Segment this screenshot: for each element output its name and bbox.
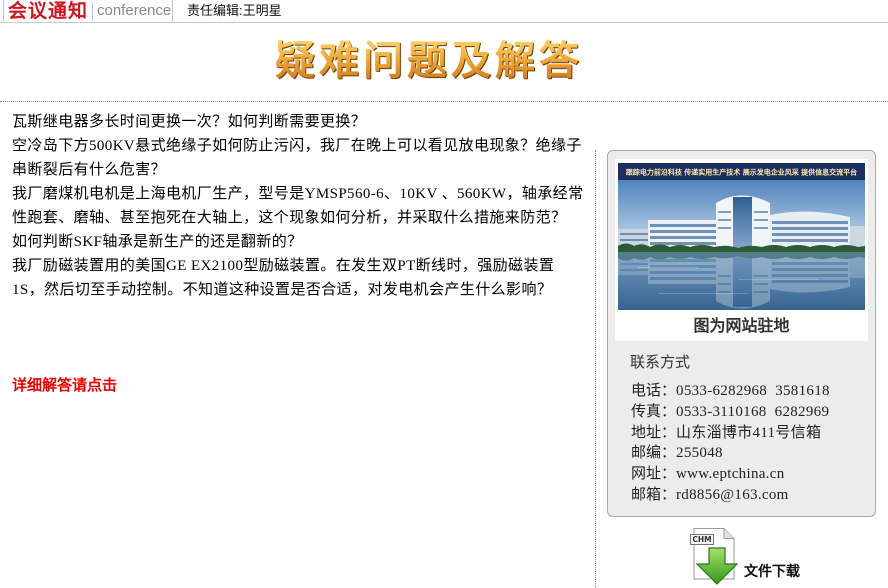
site-photo: 跟踪电力前沿科技 传递实用生产技术 展示发电企业风采 提供信息交流平台 <box>618 163 865 310</box>
contact-value: 255048 <box>676 445 723 462</box>
contact-email: 邮箱：rd8856@163.com <box>631 485 871 506</box>
contact-list: 电话：0533-6282968 3581618 传真：0533-3110168 … <box>631 381 871 506</box>
photo-frame: 跟踪电力前沿科技 传递实用生产技术 展示发电企业风采 提供信息交流平台 图为网站… <box>615 159 868 341</box>
chm-download-icon[interactable]: CHM <box>688 527 742 585</box>
detail-answers-link[interactable]: 详细解答请点击 <box>12 375 117 397</box>
contact-value: 0533-6282968 3581618 <box>676 383 830 399</box>
contact-value: rd8856@163.com <box>676 486 789 503</box>
contact-label: 传真： <box>631 403 677 420</box>
title-divider <box>0 101 888 102</box>
file-type-label: CHM <box>692 535 711 544</box>
contact-heading: 联系方式 <box>630 355 691 371</box>
question-item: 空冷岛下方500KV悬式绝缘子如何防止污闪，我厂在晚上可以看见放电现象？绝缘子串… <box>12 138 582 178</box>
question-list: 瓦斯继电器多长时间更换一次？如何判断需要更换？ 空冷岛下方500KV悬式绝缘子如… <box>12 110 584 302</box>
page-title: 疑难问题及解答 <box>275 38 583 84</box>
question-item: 我厂磨煤机电机是上海电机厂生产，型号是YMSP560-6、10KV 、560KW… <box>12 186 584 226</box>
logo-chinese-text: 会议通知 <box>8 0 89 22</box>
logo-divider <box>92 2 93 21</box>
contact-label: 地址： <box>631 424 677 441</box>
responsible-editor: 责任编辑:王明星 <box>187 3 282 18</box>
contact-value: 山东淄博市411号信箱 <box>676 424 822 441</box>
contact-phone: 电话：0533-6282968 3581618 <box>631 381 871 402</box>
contact-label: 电话： <box>631 383 677 399</box>
question-item: 瓦斯继电器多长时间更换一次？如何判断需要更换？ <box>12 114 367 130</box>
question-item: 我厂励磁装置用的美国GE EX2100型励磁装置。在发生双PT断线时，强励磁装置… <box>12 258 555 298</box>
contact-fax: 传真：0533-3110168 6282969 <box>631 402 871 423</box>
contact-address: 地址：山东淄博市411号信箱 <box>631 423 871 444</box>
conference-logo: 会议通知 conference <box>3 0 173 23</box>
question-item: 如何判断SKF轴承是新生产的还是翻新的？ <box>12 234 303 250</box>
contact-website: 网址：www.eptchina.cn <box>631 464 871 485</box>
column-divider <box>595 150 596 588</box>
logo-english-text: conference <box>97 2 172 19</box>
page: 会议通知 conference 责任编辑:王明星 疑难问题及解答 瓦斯继电器多长… <box>0 0 888 588</box>
contact-value: www.eptchina.cn <box>676 466 785 483</box>
contact-value: 0533-3110168 6282969 <box>676 403 830 420</box>
file-download-link[interactable]: 文件下载 <box>744 562 800 582</box>
site-info-panel: 跟踪电力前沿科技 传递实用生产技术 展示发电企业风采 提供信息交流平台 图为网站… <box>607 150 876 517</box>
photo-caption: 图为网站驻地 <box>693 316 790 335</box>
contact-postcode: 邮编：255048 <box>631 443 871 464</box>
header-divider <box>0 22 888 23</box>
contact-label: 邮箱： <box>631 486 677 503</box>
photo-banner-text: 跟踪电力前沿科技 传递实用生产技术 展示发电企业风采 提供信息交流平台 <box>626 168 857 177</box>
contact-label: 网址： <box>631 466 677 483</box>
contact-label: 邮编： <box>631 445 677 462</box>
